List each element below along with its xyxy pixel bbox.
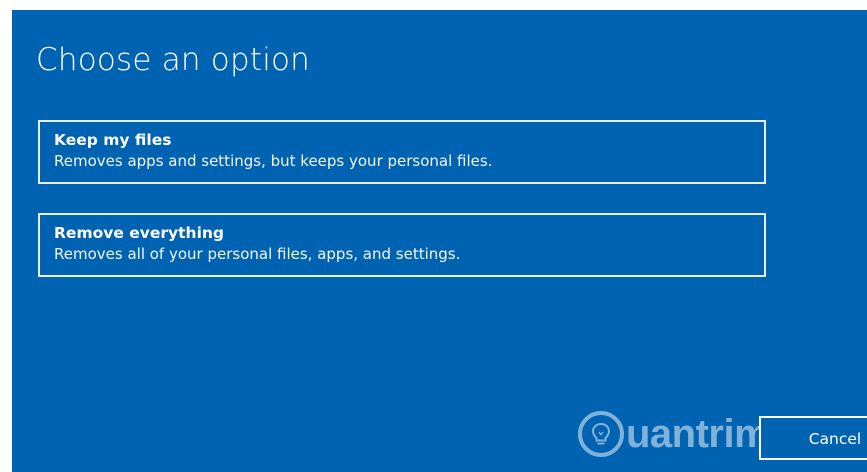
cancel-button[interactable]: Cancel <box>759 416 867 460</box>
keep-my-files-option[interactable]: Keep my files Removes apps and settings,… <box>38 120 766 184</box>
page-title: Choose an option <box>36 42 311 78</box>
remove-everything-option[interactable]: Remove everything Removes all of your pe… <box>38 213 766 277</box>
option-description: Removes all of your personal files, apps… <box>54 245 461 263</box>
option-description: Removes apps and settings, but keeps you… <box>54 152 493 170</box>
lightbulb-icon <box>578 411 624 457</box>
reset-dialog: Choose an option Keep my files Removes a… <box>12 10 867 472</box>
option-title: Keep my files <box>54 131 172 149</box>
option-title: Remove everything <box>54 224 225 242</box>
